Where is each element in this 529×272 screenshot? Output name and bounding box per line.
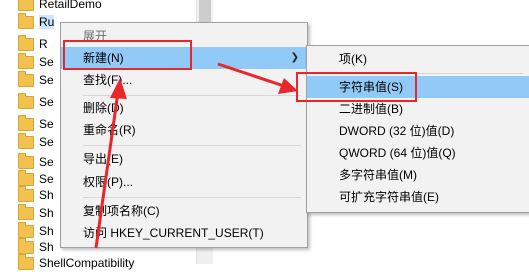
annotation-arrows: [94, 62, 298, 249]
annotation-arrow-up-head: [110, 78, 127, 99]
annotation-arrow-right: [217, 62, 285, 88]
annotation-arrow-right-head: [278, 78, 298, 94]
annotation-arrow-up: [94, 91, 120, 249]
